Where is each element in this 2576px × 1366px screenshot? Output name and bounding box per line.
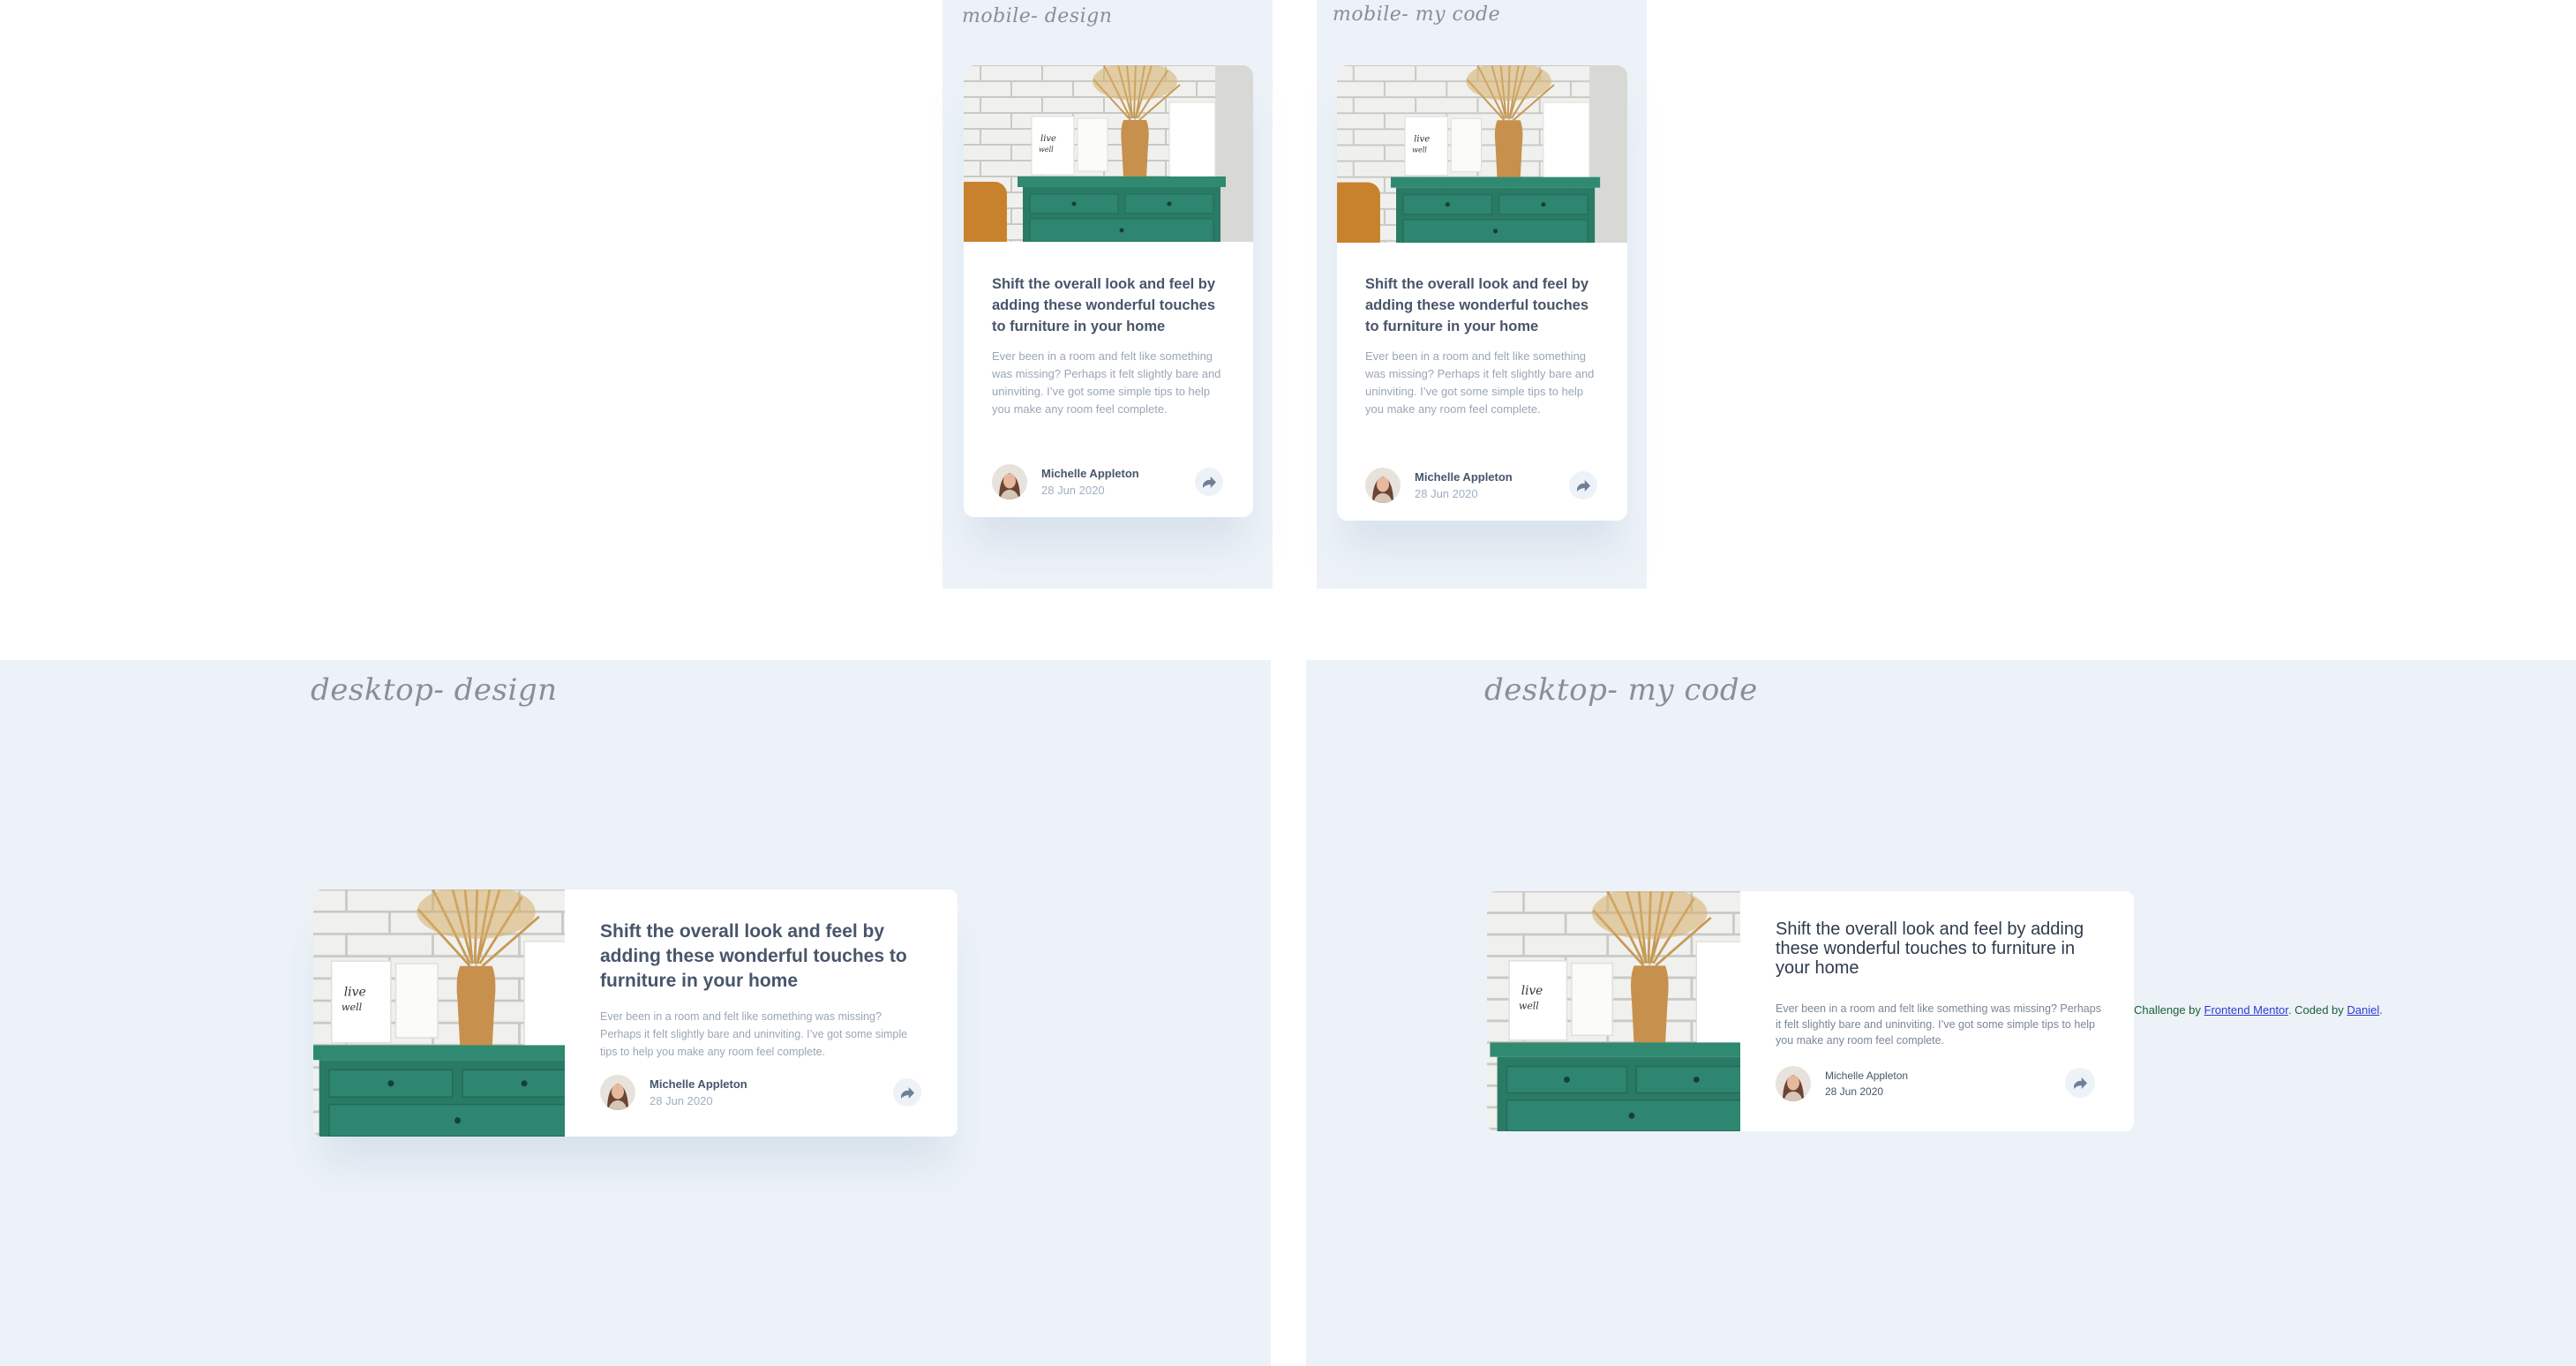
author-date: 28 Jun 2020 (1041, 484, 1105, 497)
article-title: Shift the overall look and feel by addin… (1365, 276, 1589, 334)
desktop-code-panel: desktop- my code Shift the overall look … (1306, 660, 2576, 1366)
article-title: Shift the overall look and feel by addin… (600, 921, 907, 991)
attribution-middle: . Coded by (2287, 1003, 2344, 1017)
author-name: Michelle Appleton (1825, 1070, 1909, 1082)
share-button[interactable] (2065, 1068, 2095, 1098)
avatar (600, 1075, 635, 1110)
avatar (1365, 468, 1401, 503)
author-date: 28 Jun 2020 (1825, 1085, 1884, 1098)
mobile-design-panel: mobile- design Shift the overall look an… (943, 0, 1273, 589)
article-description: Ever been in a room and felt like someth… (1776, 1002, 2101, 1047)
article-description: Ever been in a room and felt like someth… (1365, 349, 1595, 416)
article-title: Shift the overall look and feel by addin… (992, 276, 1216, 334)
attribution-prefix: Challenge by (2134, 1003, 2201, 1017)
desktop-code-label: desktop- my code (1484, 672, 1758, 708)
share-icon (1577, 480, 1590, 492)
article-card: Shift the overall look and feel by addin… (1487, 891, 2134, 1131)
share-button[interactable] (1195, 468, 1223, 496)
author-date: 28 Jun 2020 (1415, 487, 1478, 500)
share-button[interactable] (893, 1078, 921, 1107)
mobile-design-label: mobile- design (962, 5, 1113, 27)
drawers-photo (1337, 65, 1627, 243)
mobile-code-label: mobile- my code (1333, 4, 1501, 26)
drawers-photo (1487, 891, 1740, 1131)
author-name: Michelle Appleton (1041, 467, 1139, 480)
share-icon (1203, 477, 1216, 488)
mobile-code-panel: mobile- my code Shift the overall look a… (1317, 0, 1647, 589)
author-date: 28 Jun 2020 (650, 1094, 713, 1107)
frontend-mentor-link[interactable]: Frontend Mentor (2204, 1003, 2288, 1017)
author-name: Michelle Appleton (650, 1077, 747, 1091)
avatar (992, 464, 1027, 499)
drawers-photo (964, 65, 1253, 242)
attribution-suffix: . (2379, 1003, 2383, 1017)
article-title: Shift the overall look and feel by addin… (1776, 919, 2084, 978)
author-name: Michelle Appleton (1415, 470, 1513, 484)
article-card: Shift the overall look and feel by addin… (1337, 65, 1627, 521)
attribution: Challenge by Frontend Mentor. Coded by D… (2134, 1003, 2383, 1017)
article-description: Ever been in a room and felt like someth… (992, 349, 1221, 416)
desktop-design-panel: desktop- design Shift the overall look a… (0, 660, 1271, 1366)
share-button[interactable] (1569, 471, 1597, 499)
article-description: Ever been in a room and felt like someth… (600, 1010, 908, 1058)
desktop-design-label: desktop- design (311, 672, 558, 708)
article-card: Shift the overall look and feel by addin… (964, 65, 1253, 517)
article-card: Shift the overall look and feel by addin… (313, 889, 958, 1137)
share-icon (901, 1087, 914, 1099)
avatar (1776, 1066, 1811, 1101)
share-icon (2074, 1077, 2087, 1089)
author-link[interactable]: Daniel (2347, 1003, 2379, 1017)
drawers-photo (313, 889, 565, 1137)
